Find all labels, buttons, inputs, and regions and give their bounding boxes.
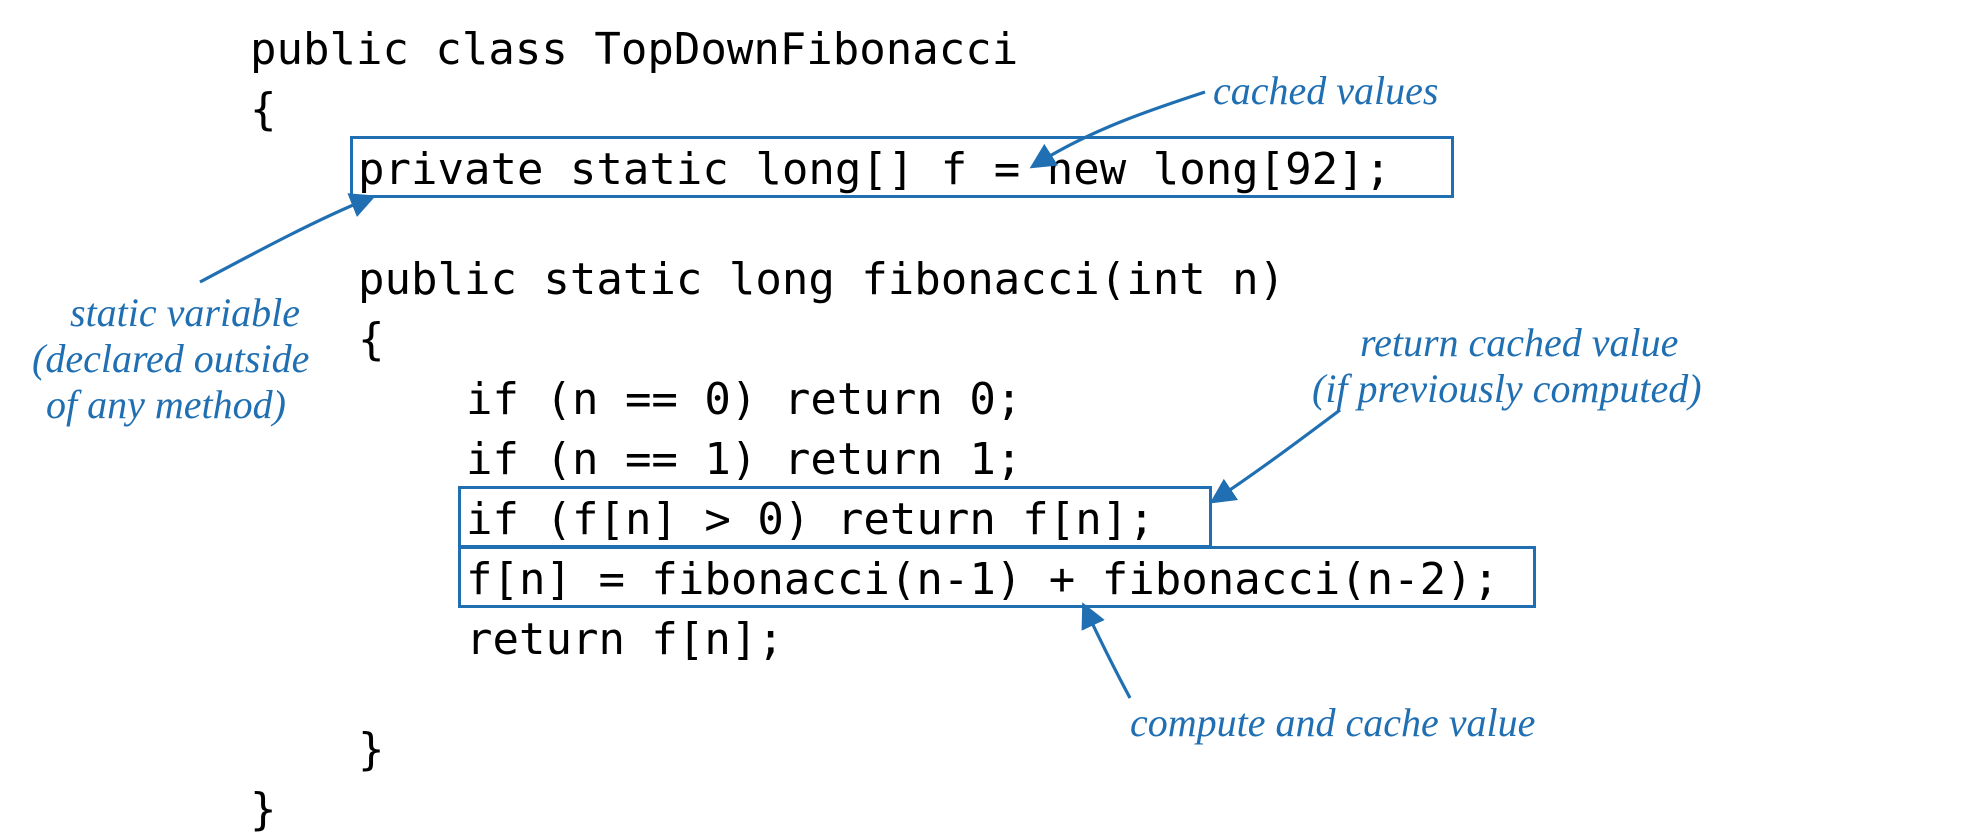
annot-return-cached-l1: return cached value xyxy=(1360,320,1678,366)
code-line-6: if (n == 0) return 0; xyxy=(466,378,1022,422)
code-line-2: { xyxy=(250,88,277,132)
code-line-12: } xyxy=(250,788,277,832)
annot-static-var-l3: of any method) xyxy=(46,382,286,428)
annot-static-var-l2: (declared outside xyxy=(32,336,309,382)
arrow-static-variable xyxy=(200,198,370,282)
code-line-11: } xyxy=(358,728,385,772)
code-line-9: f[n] = fibonacci(n-1) + fibonacci(n-2); xyxy=(466,558,1499,602)
annot-return-cached-l2: (if previously computed) xyxy=(1312,366,1702,412)
code-line-5: { xyxy=(358,318,385,362)
annot-cached-values: cached values xyxy=(1213,68,1438,114)
code-line-3: private static long[] f = new long[92]; xyxy=(358,148,1391,192)
code-line-4: public static long fibonacci(int n) xyxy=(358,258,1285,302)
figure-container: public class TopDownFibonacci { private … xyxy=(0,0,1962,838)
arrow-compute-cache xyxy=(1085,608,1130,698)
code-line-7: if (n == 1) return 1; xyxy=(466,438,1022,482)
code-line-8: if (f[n] > 0) return f[n]; xyxy=(466,498,1155,542)
code-line-10: return f[n]; xyxy=(466,618,784,662)
annot-compute-cache: compute and cache value xyxy=(1130,700,1535,746)
code-line-1: public class TopDownFibonacci xyxy=(250,28,1018,72)
arrow-return-cached xyxy=(1215,410,1340,500)
annot-static-var-l1: static variable xyxy=(70,290,300,336)
